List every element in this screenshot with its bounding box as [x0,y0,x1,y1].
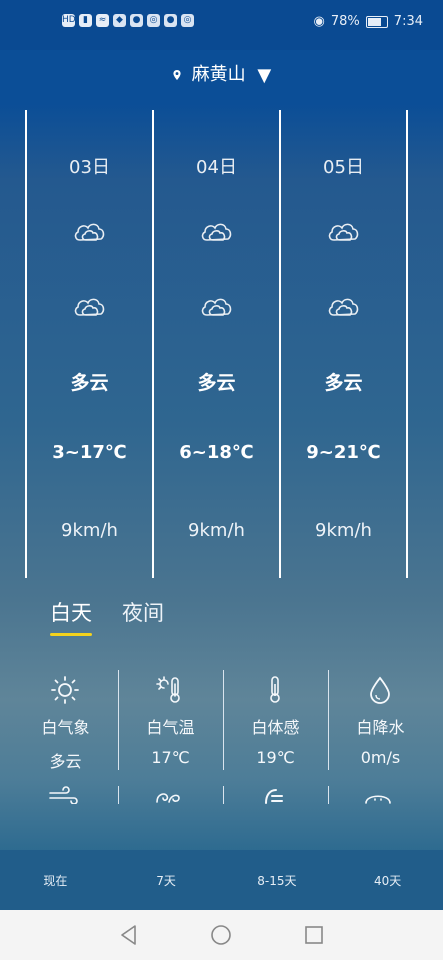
battery-icon [365,15,388,28]
forecast-condition: 多云 [197,372,236,394]
detail-item [223,786,328,806]
nav-7-days[interactable]: 7天 [111,850,222,910]
cloud-icon [328,298,359,316]
detail-item [13,786,118,806]
home-icon[interactable] [210,924,232,946]
detail-value: 19℃ [256,748,295,767]
wifi-icon: ≈ [96,14,109,27]
detail-label: 白气象 [41,718,90,737]
detail-value: 17℃ [151,748,190,767]
dome-icon [365,795,391,804]
forecast-temp: 3~17℃ [52,442,127,463]
app-icon: ◆ [113,14,126,27]
forecast-wind: 9km/h [61,520,118,541]
detail-grid: 白气象 多云 白气温 17℃ 白体感 19℃ 白降水 0m/s [13,670,433,774]
nav-8-15-days[interactable]: 8-15天 [222,850,333,910]
divider [223,786,224,804]
forecast-condition: 多云 [324,372,363,394]
signal-icon: ▮ [79,14,92,27]
app-icon: ● [130,14,143,27]
app-icon: ● [164,14,177,27]
status-right: ◉ 78% 7:34 [314,14,423,29]
forecast-temp: 6~18℃ [179,442,254,463]
forecast-wind: 9km/h [188,520,245,541]
divider [118,786,119,804]
detail-item [118,786,223,806]
location-name: 麻黄山 [191,64,246,85]
app-icon: ◎ [181,14,194,27]
forecast-date: 04日 [196,157,237,178]
location-pin-icon [173,70,181,80]
swirl-icon [156,793,180,803]
forecast-wind: 9km/h [315,520,372,541]
hd-icon: HD [62,14,76,27]
forecast-condition: 多云 [70,372,109,394]
forecast-day[interactable]: 05日 多云 9~21℃ 9km/h [279,110,408,578]
detail-value: 0m/s [360,748,401,767]
recent-apps-icon[interactable] [304,925,324,945]
thermometer-sun-icon [156,676,180,703]
detail-item [328,786,433,806]
wind-icon [49,786,78,804]
gauge-icon [265,789,283,804]
eye-icon: ◉ [313,14,325,29]
forecast-day[interactable]: 04日 多云 6~18℃ 9km/h [152,110,279,578]
detail-grid-row2 [13,786,433,806]
forecast-date: 03日 [69,157,110,178]
nav-40-days[interactable]: 40天 [332,850,443,910]
cloud-icon [201,223,232,241]
location-selector[interactable]: 麻黄山 ▼ [0,60,443,86]
cloud-icon [74,298,105,316]
status-left-icons: HD ▮ ≈ ◆ ● ◎ ● ◎ [62,14,194,27]
nav-now[interactable]: 现在 [0,850,111,910]
forecast-day[interactable]: 03日 多云 3~17℃ 9km/h [25,110,152,578]
forecast-temp: 9~21℃ [306,442,381,463]
detail-item: 白气象 多云 [13,670,118,774]
clock: 7:34 [393,14,423,29]
bottom-nav: 现在 7天 8-15天 40天 [0,850,443,910]
detail-item: 白降水 0m/s [328,670,433,774]
forecast-list: 03日 多云 3~17℃ 9km/h 04日 多云 6~18℃ 9km/h 05… [25,110,425,578]
water-drop-icon [370,676,390,704]
day-night-tabs: 白天 夜间 [50,597,164,636]
status-bar: HD ▮ ≈ ◆ ● ◎ ● ◎ ◉ 78% 7:34 [0,0,443,50]
app-icon: ◎ [147,14,160,27]
divider [328,786,329,804]
cloud-icon [328,223,359,241]
battery-percent: 78% [330,14,360,29]
back-icon[interactable] [118,924,140,946]
detail-value: 多云 [49,752,82,771]
detail-label: 白体感 [251,718,300,737]
thermometer-icon [270,676,280,703]
dropdown-arrow-icon: ▼ [257,64,272,86]
cloud-icon [201,298,232,316]
cloud-icon [74,223,105,241]
tab-day[interactable]: 白天 [50,597,92,636]
detail-label: 白降水 [356,718,405,737]
detail-label: 白气温 [146,718,195,737]
tab-night[interactable]: 夜间 [122,597,164,627]
system-nav-bar [0,910,443,960]
detail-item: 白体感 19℃ [223,670,328,774]
forecast-date: 05日 [323,157,364,178]
detail-item: 白气温 17℃ [118,670,223,774]
header: 麻黄山 ▼ [0,50,443,104]
sun-icon [51,676,79,704]
